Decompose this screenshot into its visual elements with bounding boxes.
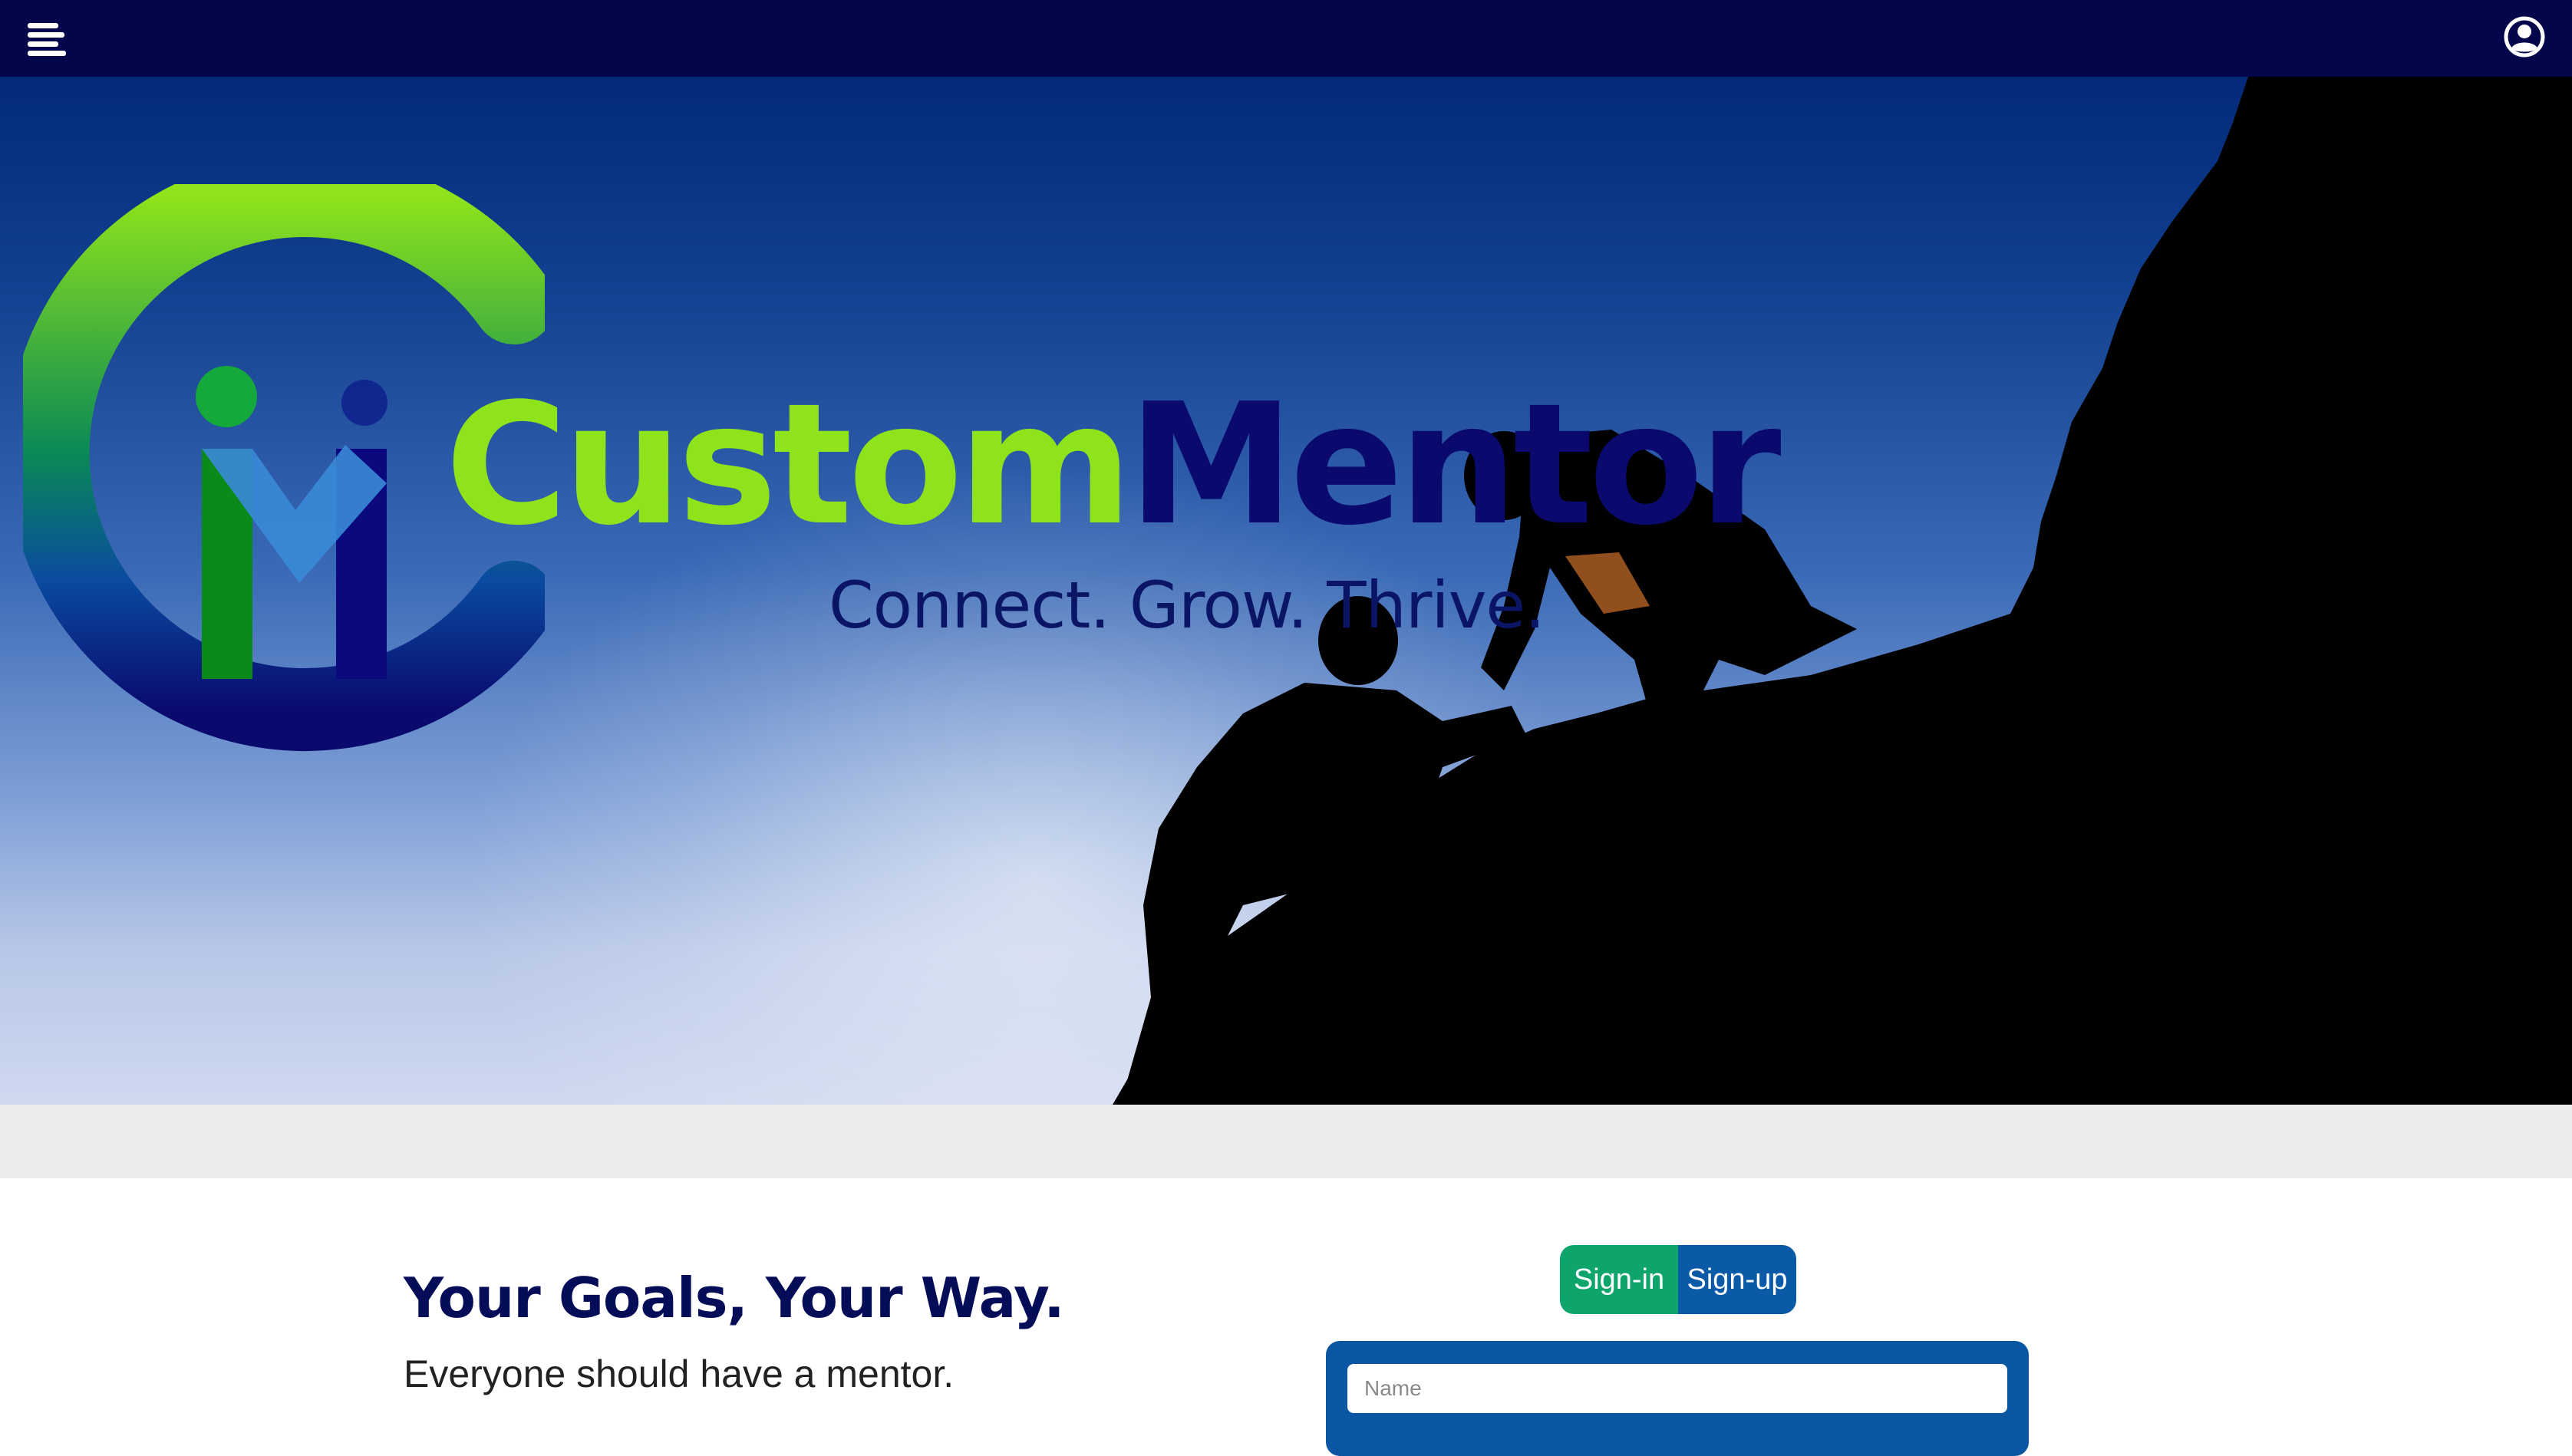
hero-banner: CustomMentor Connect. Grow. Thrive.	[0, 77, 2572, 1105]
top-navigation-bar	[0, 0, 2572, 77]
auth-mode-toggle: Sign-in Sign-up	[1560, 1245, 1796, 1314]
section-divider	[0, 1105, 2572, 1178]
brand-name-custom: Custom	[445, 368, 1133, 562]
tab-sign-up[interactable]: Sign-up	[1678, 1245, 1796, 1314]
signup-form-panel	[1326, 1341, 2029, 1456]
menu-icon[interactable]	[28, 23, 71, 60]
page-headline: Your Goals, Your Way.	[404, 1266, 1065, 1330]
tab-sign-in[interactable]: Sign-in	[1560, 1245, 1678, 1314]
name-input[interactable]	[1347, 1364, 2007, 1413]
brand-wordmark: CustomMentor	[445, 382, 1782, 549]
brand-name-mentor: Mentor	[1128, 368, 1781, 562]
page-subheadline: Everyone should have a mentor.	[404, 1352, 955, 1395]
brand-tagline: Connect. Grow. Thrive.	[829, 568, 1545, 643]
user-account-icon[interactable]	[2503, 15, 2546, 58]
